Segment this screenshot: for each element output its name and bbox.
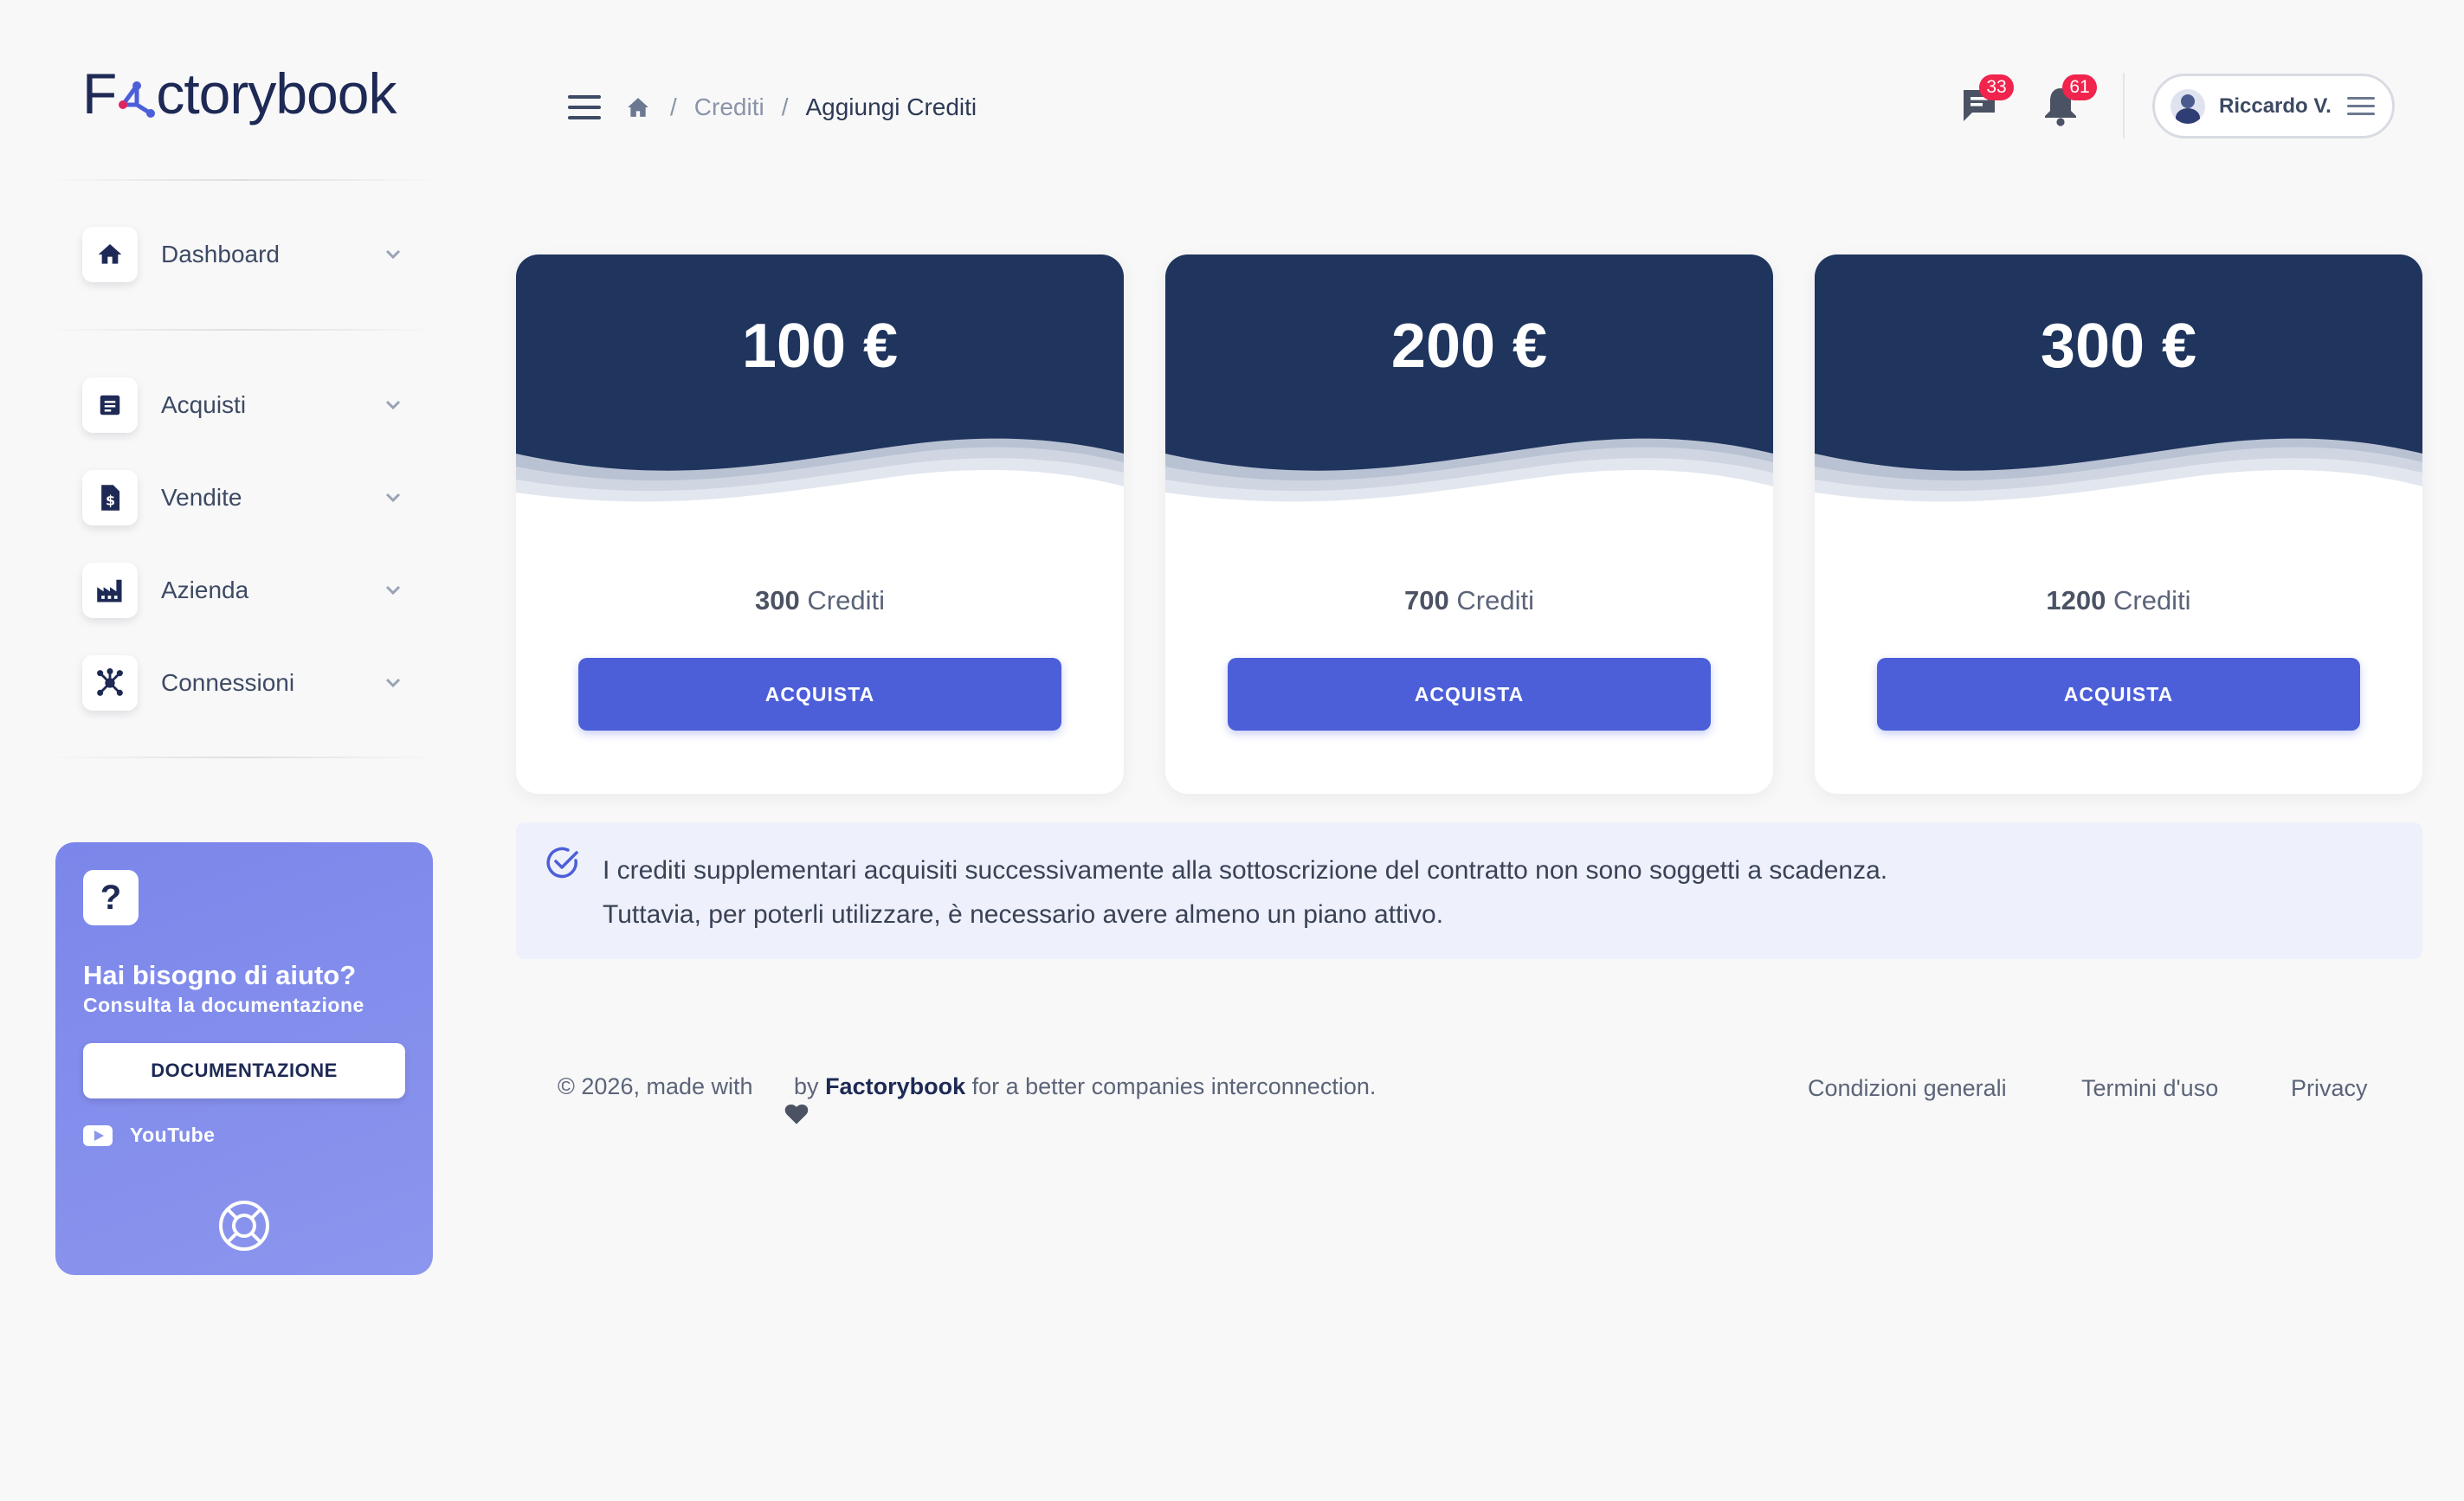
breadcrumb-separator: / [670,93,677,120]
plan-card: 100 € 300 Crediti ACQUISTA [516,254,1124,794]
youtube-link[interactable]: YouTube [83,1124,215,1147]
plan-price: 200 € [1390,312,1548,381]
factory-icon [82,563,138,618]
plan-credits-label: Crediti [2106,585,2191,615]
notifications-badge: 61 [2062,74,2097,100]
notifications-button[interactable]: 61 [2038,74,2097,133]
plan-credits-amount: 1200 [2046,585,2106,615]
footer-copyright: © 2026, made with by Factorybook for a b… [558,1073,1377,1124]
footer-link-condizioni[interactable]: Condizioni generali [1808,1075,2007,1102]
menu-icon [2347,96,2375,116]
factorybook-logo[interactable]: F ctorybook [82,59,397,128]
footer-by: by [787,1073,826,1099]
plan-card: 200 € 700 Crediti ACQUISTA [1165,254,1773,794]
sidebar-item-label: Azienda [161,577,249,603]
plan-price: 300 € [2040,312,2197,381]
plan-price: 100 € [741,312,899,381]
sidebar-divider [43,757,442,758]
sidebar-item-vendite[interactable]: $ Vendite [82,470,411,525]
help-card: ? Hai bisogno di aiuto? Consulta la docu… [55,842,433,1275]
breadcrumb-current: Aggiungi Crediti [805,93,977,120]
question-icon: ? [83,870,139,925]
wave-decoration [1815,438,2422,531]
svg-text:$: $ [106,493,115,509]
sidebar-item-label: Vendite [161,484,242,511]
buy-button[interactable]: ACQUISTA [578,658,1061,731]
avatar [2171,88,2205,124]
footer-link-termini[interactable]: Termini d'uso [2081,1075,2218,1102]
help-subtitle: Consulta la documentazione [83,994,364,1016]
info-line-1: I crediti supplementari acquisiti succes… [603,856,1888,885]
chevron-down-icon [382,579,404,602]
document-icon [82,377,138,433]
sidebar: F ctorybook Dashboard Acquisti $ Vendite… [0,0,459,1501]
chevron-down-icon [382,672,404,694]
sidebar-divider [43,329,442,331]
wave-decoration [516,438,1124,531]
user-menu-button[interactable]: Riccardo V. [2152,74,2395,139]
sidebar-item-label: Acquisti [161,391,247,418]
sidebar-item-label: Dashboard [161,241,280,267]
info-text: I crediti supplementari acquisiti succes… [603,848,1887,937]
sidebar-divider [43,179,442,181]
plan-credits-label: Crediti [799,585,885,615]
footer-prefix: © 2026, made with [558,1073,753,1099]
chevron-down-icon [382,486,404,509]
plan-credits-label: Crediti [1448,585,1534,615]
wave-decoration [1165,438,1773,531]
menu-toggle-button[interactable] [568,95,601,119]
heart-icon [758,1076,808,1124]
youtube-label: YouTube [130,1124,216,1146]
invoice-dollar-icon: $ [82,470,138,525]
footer-brand-link[interactable]: Factorybook [825,1073,965,1100]
documentation-button[interactable]: DOCUMENTAZIONE [83,1043,405,1098]
logo-text-end: ctorybook [156,61,397,126]
logo-text-start: F [82,61,117,126]
buy-button[interactable]: ACQUISTA [1228,658,1711,731]
plan-credits: 300 Crediti [516,585,1124,616]
sidebar-item-connessioni[interactable]: Connessioni [82,655,411,711]
footer-suffix: for a better companies interconnection. [965,1073,1377,1099]
info-line-2: Tuttavia, per poterli utilizzare, è nece… [603,900,1444,929]
home-icon[interactable] [627,94,653,120]
messages-button[interactable]: 33 [1955,74,2014,133]
help-title: Hai bisogno di aiuto? [83,960,357,990]
youtube-icon [83,1124,113,1146]
chevron-down-icon [382,394,404,416]
lifebuoy-icon[interactable] [217,1199,271,1253]
sidebar-item-dashboard[interactable]: Dashboard [82,227,411,282]
sidebar-item-acquisti[interactable]: Acquisti [82,377,411,433]
breadcrumb: / Crediti / Aggiungi Crediti [627,90,977,125]
header-divider [2123,73,2125,139]
network-icon [82,655,138,711]
check-circle-icon [545,845,580,879]
chevron-down-icon [382,243,404,266]
sidebar-item-azienda[interactable]: Azienda [82,563,411,618]
breadcrumb-crediti[interactable]: Crediti [694,93,764,121]
messages-badge: 33 [1979,74,2014,100]
buy-button[interactable]: ACQUISTA [1877,658,2360,731]
plan-credits-amount: 300 [755,585,800,615]
home-icon [82,227,138,282]
user-name: Riccardo V. [2219,93,2332,118]
molecule-logo-icon [114,68,158,119]
breadcrumb-separator: / [781,93,789,120]
footer-link-privacy[interactable]: Privacy [2291,1075,2368,1102]
info-alert: I crediti supplementari acquisiti succes… [516,822,2422,959]
plan-credits-amount: 700 [1404,585,1449,615]
sidebar-item-label: Connessioni [161,669,295,696]
plan-credits: 700 Crediti [1165,585,1773,616]
plan-credits: 1200 Crediti [1815,585,2422,616]
plan-card: 300 € 1200 Crediti ACQUISTA [1815,254,2422,794]
